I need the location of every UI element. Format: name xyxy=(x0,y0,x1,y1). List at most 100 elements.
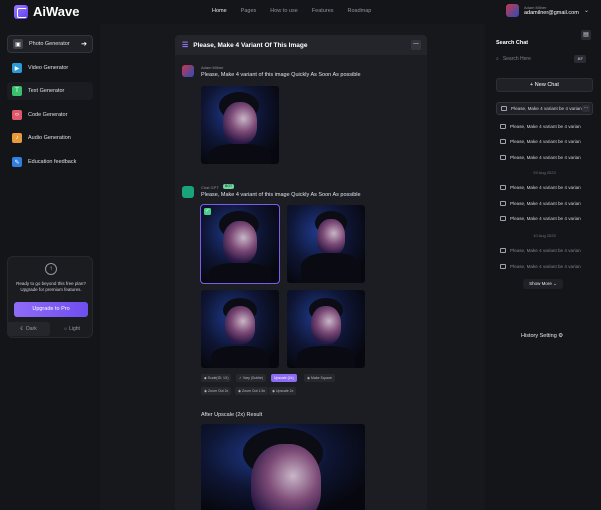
chip-label: Scale(ID: 1X) xyxy=(207,376,229,380)
upscale-2x-chip[interactable]: ◉ Upscale 2x xyxy=(269,387,297,395)
history-item-label: Please, Make 4 variant be 4 varian xyxy=(510,216,581,221)
arrow-right-icon: ➔ xyxy=(81,41,87,48)
nav-features[interactable]: Features xyxy=(312,8,334,14)
history-item-label: Please, Make 4 variant be 4 varian xyxy=(510,155,581,160)
date-divider: 10 Aug 2025 xyxy=(533,233,556,238)
message-author: Chat GPT xyxy=(201,185,219,190)
history-item[interactable]: Please, Make 4 variant be 4 varian xyxy=(496,260,593,273)
theme-dark-label: Dark xyxy=(26,326,37,332)
history-setting-link[interactable]: History Setting ⚙ xyxy=(521,333,563,339)
more-options-icon[interactable]: … xyxy=(582,105,590,112)
user-menu[interactable]: Adam Milner adamilner@gmail.com xyxy=(506,4,579,17)
new-chat-button[interactable]: + New Chat xyxy=(496,78,593,92)
sidebar-item-code-generator[interactable]: ‹› Code Generator xyxy=(7,106,93,124)
show-more-button[interactable]: Show More ⌄ xyxy=(523,279,563,289)
uploaded-image[interactable] xyxy=(201,86,279,164)
chat-icon xyxy=(500,201,506,206)
history-item[interactable]: Please, Make 4 variant be 4 varian xyxy=(496,135,593,148)
variant-image-1[interactable]: ✓ xyxy=(200,204,280,284)
show-more-label: Show More xyxy=(529,281,552,286)
chip-label: Upscale (2x) xyxy=(274,376,294,380)
nav-how-to-use[interactable]: How to use xyxy=(270,8,298,14)
nav-roadmap[interactable]: Roadmap xyxy=(348,8,372,14)
sidebar-item-label: Video Generator xyxy=(28,65,69,71)
search-icon: ⌕ xyxy=(496,56,499,62)
top-navbar: AiWave Home Pages How to use Features Ro… xyxy=(0,0,601,24)
nav-pages[interactable]: Pages xyxy=(241,8,257,14)
chat-header: ☰ Please, Make 4 Variant Of This Image … xyxy=(175,35,427,55)
chip-label: Make Square xyxy=(311,376,332,380)
history-item[interactable]: Please, Make 4 variant be 4 varian xyxy=(496,244,593,257)
chip-label: Vary (Subtle) xyxy=(242,376,264,380)
vary-chip[interactable]: ✓ Vary (Subtle) xyxy=(236,374,267,382)
variant-image-4[interactable] xyxy=(287,290,365,368)
nav-home[interactable]: Home xyxy=(212,8,227,14)
chat-messages: Adam Milner Please, Make 4 variant of th… xyxy=(175,55,427,510)
sidebar-item-audio-generation[interactable]: ♪ Audio Generation xyxy=(7,129,93,147)
sidebar-item-label: Photo Generator xyxy=(29,41,70,47)
menu-toggle-icon[interactable]: ☰ xyxy=(182,41,188,49)
promo-text: Ready to go beyond this free plan? Upgra… xyxy=(16,281,86,292)
app-name: AiWave xyxy=(33,4,80,19)
chip-label: Zoom Out 2x xyxy=(208,389,229,393)
history-item-label: Please, Make 4 variant be 4 varian xyxy=(511,106,582,111)
date-divider: 29 Aug 2023 xyxy=(533,170,556,175)
chevron-down-icon[interactable]: ⌄ xyxy=(584,7,589,14)
history-item-label: Please, Make 4 variant be 4 varian xyxy=(510,248,581,253)
chip-label: Zoom Out 1.5x xyxy=(242,389,266,393)
upgrade-button[interactable]: Upgrade to Pro xyxy=(14,302,88,317)
search-placeholder: Search Here xyxy=(502,56,531,62)
main-nav: Home Pages How to use Features Roadmap xyxy=(212,8,371,14)
sidebar-item-label: Code Generator xyxy=(28,112,68,118)
zoom-out-15x-chip[interactable]: ◉ Zoom Out 1.5x xyxy=(235,387,269,395)
make-square-chip[interactable]: ◉ Make Square xyxy=(304,374,335,382)
history-item-label: Please, Make 4 variant be 4 varian xyxy=(510,201,581,206)
image-icon: ▣ xyxy=(13,39,23,49)
variant-image-3[interactable] xyxy=(201,290,279,368)
chat-icon xyxy=(500,139,506,144)
sidebar-item-label: Education feedback xyxy=(28,159,77,165)
sidebar-item-photo-generator[interactable]: ▣ Photo Generator ➔ xyxy=(7,35,93,53)
gear-icon: ⚙ xyxy=(558,333,564,339)
user-email: adamilner@gmail.com xyxy=(524,10,579,16)
chatgpt-icon xyxy=(182,186,194,198)
history-item-label: Please, Make 4 variant be 4 varian xyxy=(510,185,581,190)
chat-icon xyxy=(500,216,506,221)
bot-badge: BOT xyxy=(223,184,235,189)
variant-image-2[interactable] xyxy=(287,205,365,283)
scale-chip[interactable]: ◆ Scale(ID: 1X) xyxy=(201,374,232,382)
more-options-icon[interactable]: … xyxy=(411,40,421,50)
message-text: Please, Make 4 variant of this image Qui… xyxy=(201,72,361,78)
history-item-label: Please, Make 4 variant be 4 varian xyxy=(510,139,581,144)
history-item[interactable]: Please, Make 4 variant be 4 varian … xyxy=(496,102,593,115)
chip-label: Upscale 2x xyxy=(276,389,294,393)
panel-toggle-icon[interactable]: ▤ xyxy=(581,30,591,40)
history-item[interactable]: Please, Make 4 variant be 4 varian xyxy=(496,197,593,210)
audio-icon: ♪ xyxy=(12,133,22,143)
history-item[interactable]: Please, Make 4 variant be 4 varian xyxy=(496,181,593,194)
sidebar-item-education-feedback[interactable]: ✎ Education feedback xyxy=(7,153,93,171)
chat-icon xyxy=(501,106,507,111)
history-item[interactable]: Please, Make 4 variant be 4 varian xyxy=(496,212,593,225)
upscale-chip[interactable]: Upscale (2x) xyxy=(271,374,297,382)
education-icon: ✎ xyxy=(12,157,22,167)
theme-dark-button[interactable]: ☾ Dark xyxy=(7,322,50,336)
chat-icon xyxy=(500,248,506,253)
history-item[interactable]: Please, Make 4 variant be 4 varian xyxy=(496,151,593,164)
history-item[interactable]: Please, Make 4 variant be 4 varian xyxy=(496,120,593,133)
zoom-out-2x-chip[interactable]: ◉ Zoom Out 2x xyxy=(201,387,232,395)
sidebar-item-text-generator[interactable]: T Text Generator xyxy=(7,82,93,100)
theme-light-label: Light xyxy=(69,326,80,332)
shortcut-badge: ⌘F xyxy=(574,55,586,63)
upscaled-image[interactable] xyxy=(201,424,365,510)
logo[interactable]: AiWave xyxy=(14,4,79,19)
theme-light-button[interactable]: ☼ Light xyxy=(50,322,93,336)
search-input[interactable]: ⌕ Search Here ⌘F xyxy=(496,53,592,65)
avatar xyxy=(182,65,194,77)
chat-icon xyxy=(500,264,506,269)
check-icon[interactable]: ✓ xyxy=(204,208,211,215)
sidebar-item-label: Text Generator xyxy=(28,88,65,94)
sidebar-item-video-generator[interactable]: ▶ Video Generator xyxy=(7,59,93,77)
result-label: After Upscale (2x) Result xyxy=(201,412,263,418)
history-setting-label: History Setting xyxy=(521,333,557,339)
